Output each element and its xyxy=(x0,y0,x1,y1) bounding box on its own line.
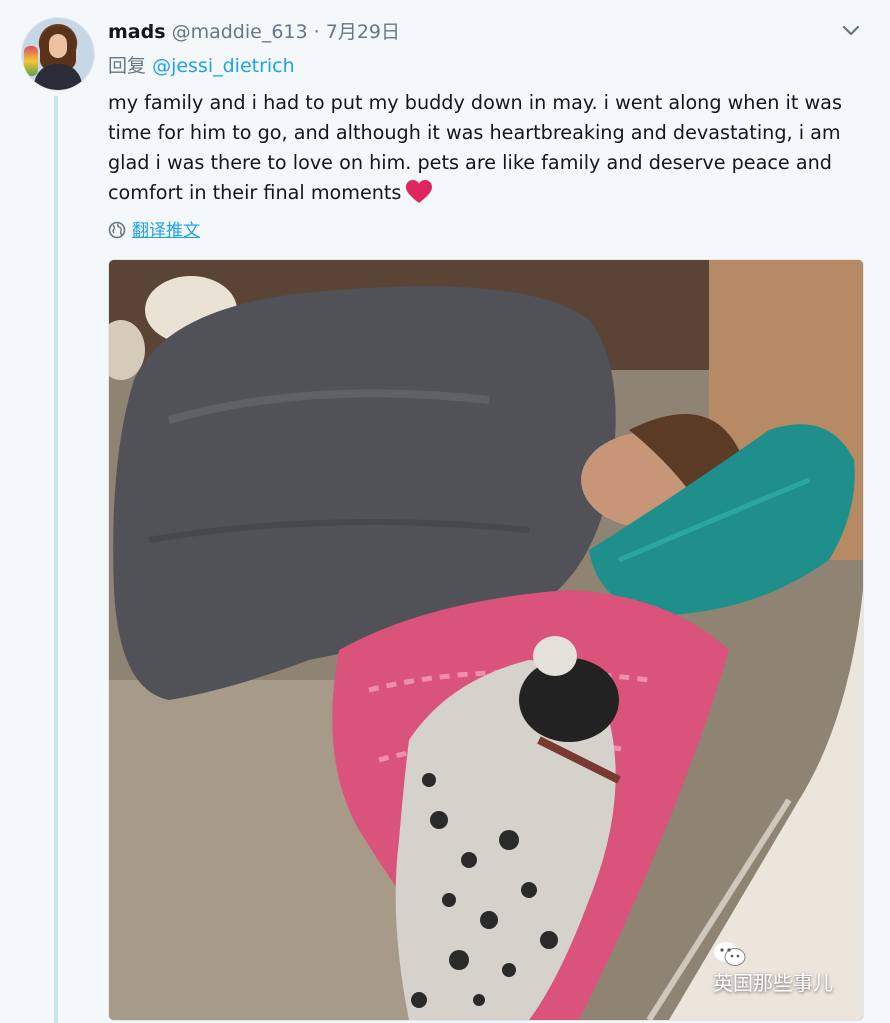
avatar-flowers xyxy=(24,46,38,76)
translate-label: 翻译推文 xyxy=(132,221,200,241)
watermark: 英国那些事儿 xyxy=(713,941,833,996)
avatar[interactable] xyxy=(22,18,94,90)
header-separator: · xyxy=(313,21,320,43)
tweet-header: mads @maddie_613 · 7月29日 xyxy=(108,18,878,46)
author-handle[interactable]: @maddie_613 xyxy=(172,21,308,43)
tweet-text: my family and i had to put my buddy down… xyxy=(108,88,868,208)
tweet-date[interactable]: 7月29日 xyxy=(326,21,400,43)
watermark-text: 英国那些事儿 xyxy=(713,971,833,995)
thread-line xyxy=(54,96,58,1023)
tweet-photo[interactable]: 英国那些事儿 xyxy=(108,259,864,1021)
photo-illustration xyxy=(109,260,863,1020)
author-name[interactable]: mads xyxy=(108,21,166,43)
red-heart-icon xyxy=(405,179,433,205)
translate-tweet-link[interactable]: 翻译推文 xyxy=(108,218,200,244)
reply-context: 回复 @jessi_dietrich xyxy=(108,52,295,80)
tweet-card: mads @maddie_613 · 7月29日 回复 @jessi_dietr… xyxy=(0,0,890,1023)
reply-mention-link[interactable]: @jessi_dietrich xyxy=(152,55,295,77)
globe-icon xyxy=(108,221,126,239)
tweet-text-content: my family and i had to put my buddy down… xyxy=(108,91,842,204)
reply-prefix: 回复 xyxy=(108,55,147,77)
wechat-icon xyxy=(714,942,746,966)
avatar-face xyxy=(49,34,67,58)
chevron-down-icon[interactable] xyxy=(840,20,862,42)
avatar-body xyxy=(34,64,82,90)
